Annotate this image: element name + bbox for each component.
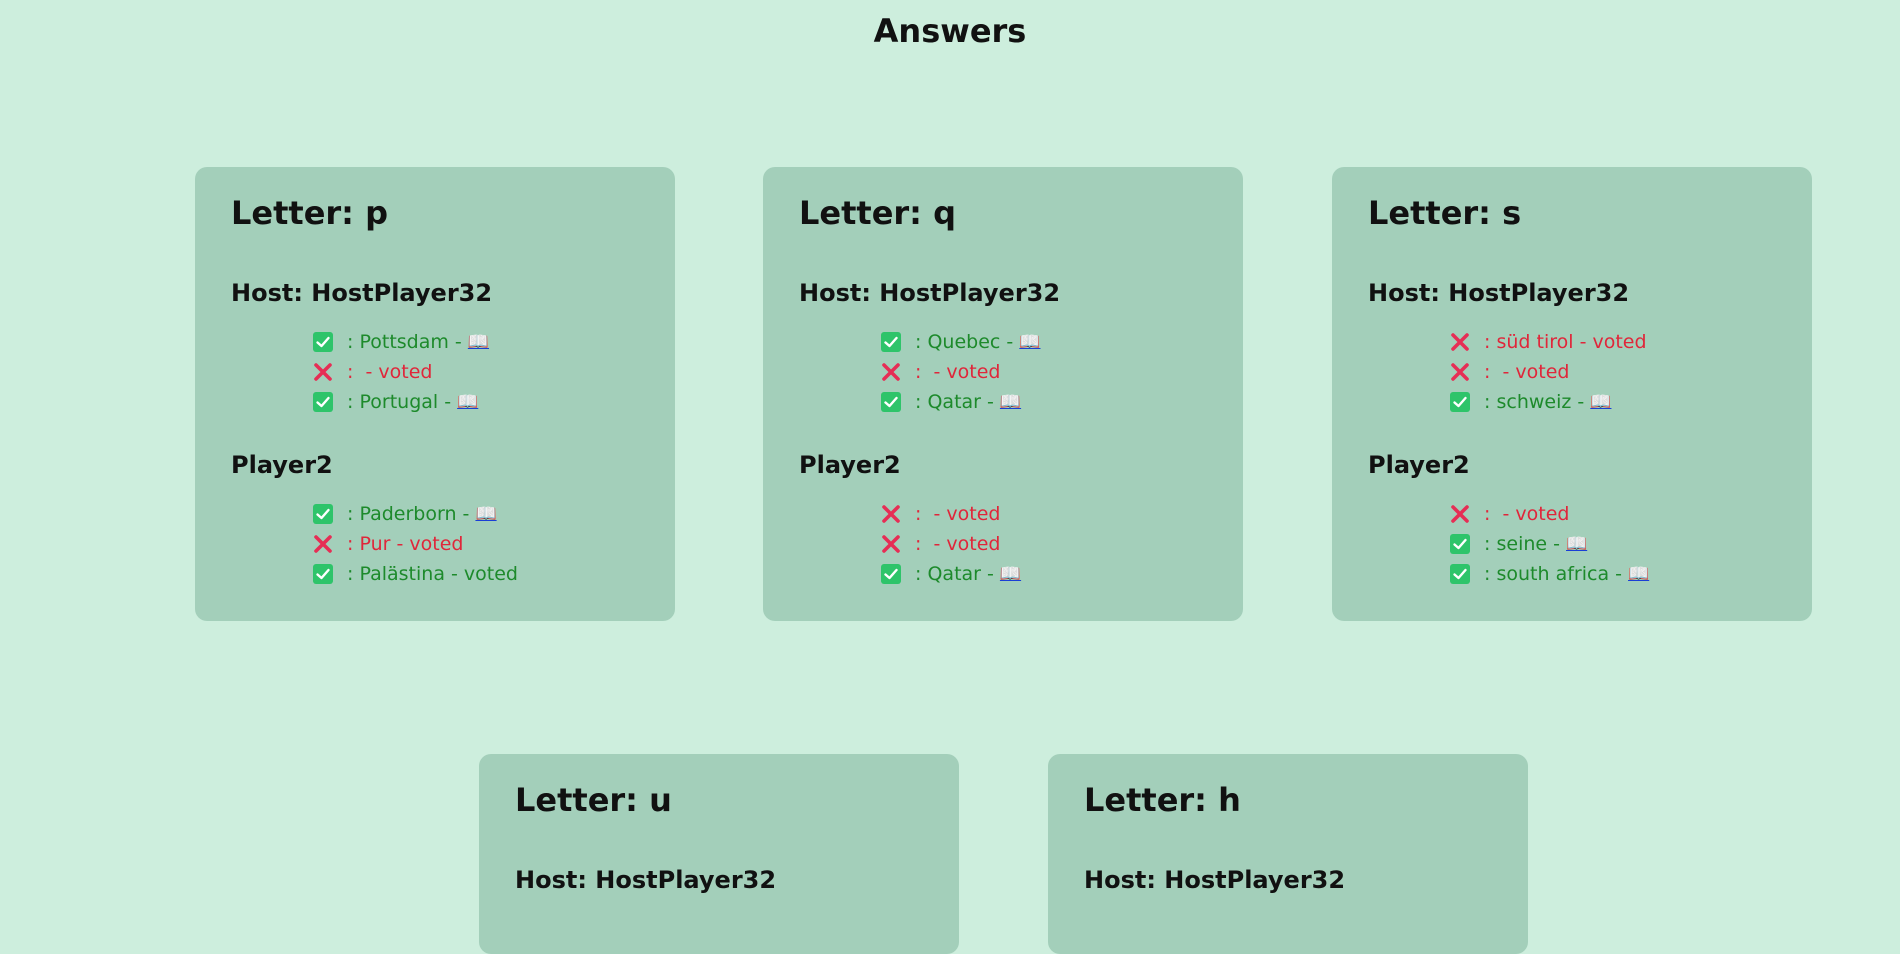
player-name: Host: HostPlayer32 [1084,866,1346,894]
answer-item: : south africa - 📖 [1450,559,1776,589]
check-icon [313,392,333,412]
dictionary-book-link[interactable]: 📖 [475,499,496,529]
answer-item: : Qatar - 📖 [881,387,1207,417]
answer-item: : - voted [1450,499,1776,529]
card-title: Letter: h [1084,781,1241,819]
player-name: Player2 [799,451,901,479]
answer-text: : Palästina - voted [341,563,518,585]
card-title: Letter: u [515,781,672,819]
check-icon [881,392,901,412]
answer-text: : - voted [1478,361,1570,383]
answer-text: : - voted [1478,503,1570,525]
dictionary-book-link[interactable]: 📖 [1590,387,1611,417]
card-title: Letter: s [1368,194,1522,232]
answer-text: : Portugal - [341,391,458,413]
check-icon [313,504,333,524]
answer-item: : seine - 📖 [1450,529,1776,559]
answer-item: : - voted [313,357,639,387]
answer-text: : Paderborn - [341,503,476,525]
cross-icon [313,362,333,382]
cross-icon [1450,362,1470,382]
dictionary-book-link[interactable]: 📖 [1628,559,1649,589]
answer-item: : süd tirol - voted [1450,327,1776,357]
cross-icon [1450,332,1470,352]
page-title: Answers [873,12,1027,50]
answer-text: : Pottsdam - [341,331,468,353]
answer-list: : - voted : seine - 📖 : south africa - 📖 [1368,499,1776,589]
letter-card-s: Letter: s Host: HostPlayer32 : süd tirol … [1332,167,1812,621]
answer-text: : - voted [909,533,1001,555]
answer-item: : Pur - voted [313,529,639,559]
letter-card-u: Letter: u Host: HostPlayer32 [479,754,959,954]
card-title: Letter: q [799,194,957,232]
cross-icon [881,362,901,382]
player-name: Host: HostPlayer32 [515,866,777,894]
cross-icon [1450,504,1470,524]
answer-list: : Paderborn - 📖 : Pur - voted : Palästin… [231,499,639,589]
answer-text: : süd tirol - voted [1478,331,1647,353]
answer-list: : Pottsdam - 📖 : - voted : Portugal - 📖 [231,327,639,417]
answer-text: : - voted [909,361,1001,383]
answer-item: : Portugal - 📖 [313,387,639,417]
dictionary-book-link[interactable]: 📖 [1000,387,1021,417]
answer-item: : Paderborn - 📖 [313,499,639,529]
check-icon [881,332,901,352]
player-name: Host: HostPlayer32 [231,279,493,307]
answer-item: : Palästina - voted [313,559,639,589]
check-icon [1450,534,1470,554]
player-name: Player2 [1368,451,1470,479]
answer-text: : Quebec - [909,331,1020,353]
dictionary-book-link[interactable]: 📖 [1566,529,1587,559]
player-name: Player2 [231,451,333,479]
letter-card-h: Letter: h Host: HostPlayer32 [1048,754,1528,954]
check-icon [313,332,333,352]
answer-text: : - voted [341,361,433,383]
answer-item: : Qatar - 📖 [881,559,1207,589]
dictionary-book-link[interactable]: 📖 [457,387,478,417]
dictionary-book-link[interactable]: 📖 [1019,327,1040,357]
answer-item: : - voted [881,357,1207,387]
check-icon [1450,392,1470,412]
check-icon [313,564,333,584]
answer-text: : Pur - voted [341,533,464,555]
answer-item: : - voted [881,499,1207,529]
answer-text: : schweiz - [1478,391,1591,413]
answer-item: : - voted [1450,357,1776,387]
card-title: Letter: p [231,194,389,232]
cross-icon [881,534,901,554]
answer-list: : - voted : - voted : Qatar - 📖 [799,499,1207,589]
letter-card-q: Letter: q Host: HostPlayer32 : Quebec - 📖… [763,167,1243,621]
answer-item: : schweiz - 📖 [1450,387,1776,417]
cross-icon [313,534,333,554]
player-name: Host: HostPlayer32 [1368,279,1630,307]
answer-text: : south africa - [1478,563,1629,585]
answer-item: : Pottsdam - 📖 [313,327,639,357]
cross-icon [881,504,901,524]
check-icon [881,564,901,584]
player-name: Host: HostPlayer32 [799,279,1061,307]
dictionary-book-link[interactable]: 📖 [1000,559,1021,589]
answer-text: : - voted [909,503,1001,525]
check-icon [1450,564,1470,584]
answer-item: : Quebec - 📖 [881,327,1207,357]
answer-text: : seine - [1478,533,1567,555]
answer-item: : - voted [881,529,1207,559]
letter-card-p: Letter: p Host: HostPlayer32 : Pottsdam -… [195,167,675,621]
answer-text: : Qatar - [909,563,1000,585]
answer-text: : Qatar - [909,391,1000,413]
answer-list: : süd tirol - voted : - voted : schweiz … [1368,327,1776,417]
answer-list: : Quebec - 📖 : - voted : Qatar - 📖 [799,327,1207,417]
dictionary-book-link[interactable]: 📖 [468,327,489,357]
